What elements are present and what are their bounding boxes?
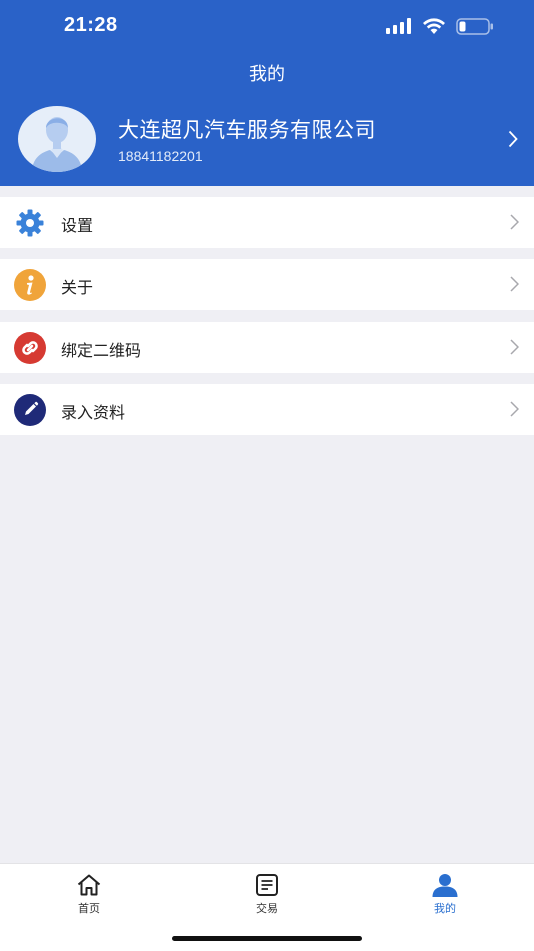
menu-item-settings[interactable]: 设置 [0, 197, 534, 248]
link-icon [14, 332, 46, 364]
pencil-icon [14, 394, 46, 426]
home-icon [77, 874, 101, 896]
tab-label-home: 首页 [78, 902, 100, 915]
chevron-right-icon [508, 130, 518, 148]
battery-icon [456, 17, 493, 35]
chevron-right-icon [510, 214, 519, 230]
gear-icon [14, 207, 46, 239]
chevron-right-icon [510, 339, 519, 355]
menu-label-bind-qrcode: 绑定二维码 [61, 341, 142, 360]
wifi-icon [423, 17, 445, 34]
menu-item-bind-qrcode[interactable]: 绑定二维码 [0, 322, 534, 373]
avatar [18, 106, 96, 172]
tab-label-mine: 我的 [434, 902, 456, 915]
menu-item-enter-data[interactable]: 录入资料 [0, 384, 534, 435]
chevron-right-icon [510, 401, 519, 417]
tab-transactions[interactable]: 交易 [227, 872, 307, 916]
chevron-right-icon [510, 276, 519, 292]
menu-label-enter-data: 录入资料 [61, 403, 126, 422]
page-title: 我的 [249, 64, 285, 85]
menu-item-about[interactable]: 关于 [0, 259, 534, 310]
home-indicator [172, 936, 362, 941]
status-time: 21:28 [64, 14, 118, 36]
menu-label-settings: 设置 [61, 216, 94, 235]
profile-card[interactable]: 大连超凡汽车服务有限公司 18841182201 [0, 106, 534, 174]
status-icons [386, 14, 494, 38]
tab-label-transactions: 交易 [256, 902, 278, 915]
phone-number: 18841182201 [118, 148, 203, 164]
company-name: 大连超凡汽车服务有限公司 [118, 118, 376, 142]
tab-mine[interactable]: 我的 [405, 872, 485, 916]
info-icon [14, 269, 46, 301]
user-icon [432, 874, 458, 897]
header: 21:28 我的 大连超凡汽车服务有限公司 18841182201 [0, 0, 534, 186]
tab-home[interactable]: 首页 [49, 872, 129, 916]
signal-icon [386, 18, 411, 34]
avatar-person-icon [32, 117, 82, 172]
menu-label-about: 关于 [61, 278, 94, 297]
document-icon [256, 874, 278, 896]
